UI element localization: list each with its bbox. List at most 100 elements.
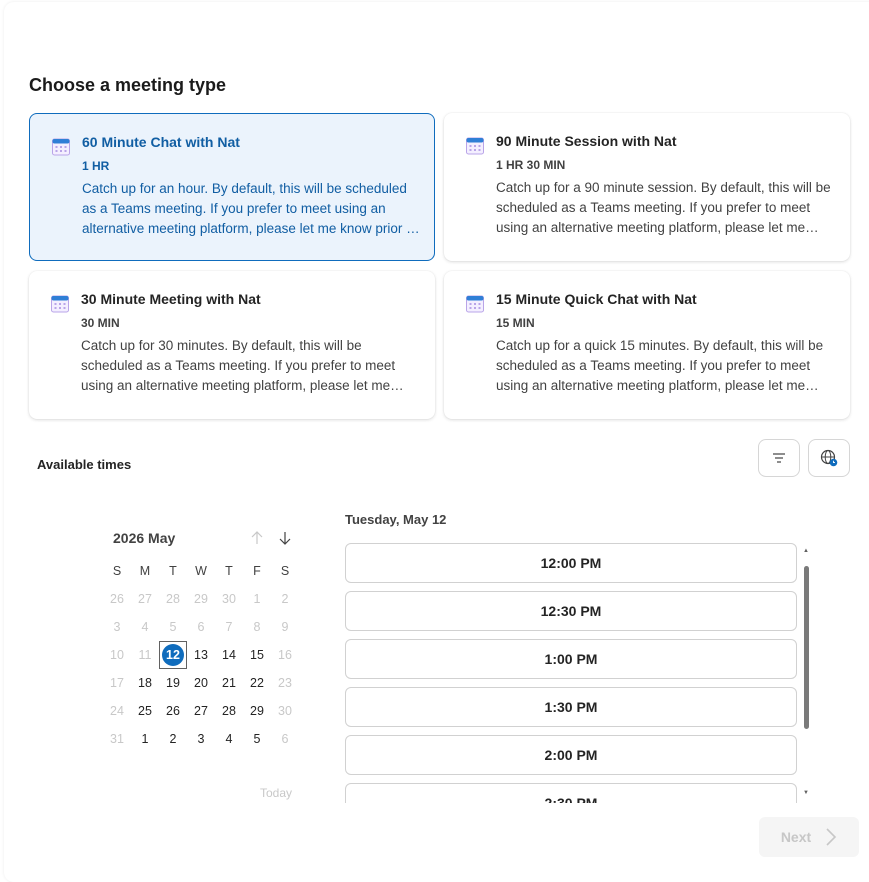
calendar-day: 6 — [187, 613, 215, 641]
weekday-header: T — [169, 564, 177, 578]
calendar-day-number: 4 — [141, 620, 149, 634]
calendar-day: 31 — [103, 725, 131, 753]
calendar-day[interactable]: 29 — [243, 697, 271, 725]
weekday-header: W — [195, 564, 207, 578]
arrow-up-icon — [251, 531, 263, 544]
calendar-day: 27 — [131, 585, 159, 613]
time-slot-button[interactable]: 2:30 PM — [345, 783, 797, 803]
selected-date-heading: Tuesday, May 12 — [345, 512, 447, 527]
calendar-day[interactable]: 25 — [131, 697, 159, 725]
calendar-day-number: 29 — [250, 704, 264, 718]
calendar-day-number: 28 — [222, 704, 236, 718]
calendar-day-number: 31 — [110, 732, 124, 746]
time-slot-list: 12:00 PM 12:30 PM 1:00 PM 1:30 PM 2:00 PM 2:3… — [345, 543, 797, 803]
calendar-day-number: 27 — [194, 704, 208, 718]
next-button[interactable]: Next — [759, 817, 859, 857]
calendar-day-number: 6 — [281, 732, 289, 746]
weekday-header: M — [139, 564, 151, 578]
meeting-type-name: 15 Minute Quick Chat with Nat — [496, 291, 697, 307]
calendar-day[interactable]: 22 — [243, 669, 271, 697]
time-slot-button[interactable]: 12:00 PM — [345, 543, 797, 583]
calendar-day: 16 — [271, 641, 299, 669]
calendar-day-number: 26 — [110, 592, 124, 606]
scroll-down-icon[interactable]: ▼ — [803, 790, 809, 796]
meeting-type-duration: 15 MIN — [496, 316, 535, 330]
next-button-label: Next — [780, 829, 812, 845]
calendar-day-number: 19 — [166, 676, 180, 690]
calendar-day-number: 11 — [138, 648, 152, 662]
meeting-type-card[interactable]: 15 Minute Quick Chat with Nat 15 MIN Catch… — [444, 271, 850, 419]
weekday-header: T — [225, 564, 233, 578]
globe-clock-icon — [820, 449, 838, 467]
scrollbar-thumb[interactable] — [804, 566, 809, 729]
meeting-type-card[interactable]: 60 Minute Chat with Nat 1 HR Catch up for … — [29, 113, 435, 261]
calendar-day-number: 15 — [250, 648, 264, 662]
calendar-day: 4 — [131, 613, 159, 641]
calendar-day[interactable]: 4 — [215, 725, 243, 753]
time-slot-scrollbar[interactable]: ▲ ▼ — [803, 548, 809, 798]
meeting-type-card[interactable]: 90 Minute Session with Nat 1 HR 30 MIN Cat… — [444, 113, 850, 261]
calendar-day: 26 — [103, 585, 131, 613]
calendar-day: 24 — [103, 697, 131, 725]
next-month-button[interactable] — [277, 529, 293, 547]
timezone-button[interactable] — [808, 439, 850, 477]
time-slot-button[interactable]: 1:00 PM — [345, 639, 797, 679]
calendar-day[interactable]: 5 — [243, 725, 271, 753]
calendar-day-number: 3 — [113, 620, 121, 634]
calendar-icon — [51, 295, 69, 313]
filter-button[interactable] — [758, 439, 800, 477]
calendar-day-number: 22 — [250, 676, 264, 690]
meeting-type-name: 60 Minute Chat with Nat — [82, 134, 240, 150]
calendar-day: 7 — [215, 613, 243, 641]
meeting-type-description: Catch up for an hour. By default, this w… — [82, 181, 418, 236]
calendar-day-number: 2 — [281, 592, 289, 606]
filter-icon — [773, 453, 785, 463]
calendar-day[interactable]: 26 — [159, 697, 187, 725]
calendar-day: 28 — [159, 585, 187, 613]
calendar-day: 2 — [271, 585, 299, 613]
calendar-day-number: 16 — [278, 648, 292, 662]
calendar-day-selected[interactable]: 12 — [159, 641, 187, 669]
available-times-label: Available times — [37, 457, 132, 472]
time-slot-button[interactable]: 12:30 PM — [345, 591, 797, 631]
calendar-icon — [52, 138, 70, 156]
calendar-day: 6 — [271, 725, 299, 753]
calendar-day-number: 4 — [225, 732, 233, 746]
calendar-day-number: 5 — [169, 620, 177, 634]
meeting-type-duration: 1 HR 30 MIN — [496, 158, 566, 172]
calendar-day[interactable]: 19 — [159, 669, 187, 697]
meeting-type-description: Catch up for a quick 15 minutes. By defa… — [496, 338, 824, 393]
calendar-day-number: 26 — [166, 704, 180, 718]
calendar-day[interactable]: 13 — [187, 641, 215, 669]
time-slot-button[interactable]: 2:00 PM — [345, 735, 797, 775]
calendar-day-number: 30 — [222, 592, 236, 606]
scroll-up-icon[interactable]: ▲ — [803, 548, 809, 554]
arrow-down-icon — [279, 532, 291, 545]
calendar-day-number: 25 — [138, 704, 152, 718]
calendar-day[interactable]: 3 — [187, 725, 215, 753]
weekday-header: S — [112, 564, 122, 578]
calendar-day-number: 20 — [194, 676, 208, 690]
today-button[interactable]: Today — [260, 786, 292, 800]
calendar-day[interactable]: 21 — [215, 669, 243, 697]
calendar-icon — [466, 295, 484, 313]
page-title: Choose a meeting type — [29, 75, 227, 95]
calendar-day[interactable]: 1 — [131, 725, 159, 753]
calendar-day[interactable]: 14 — [215, 641, 243, 669]
calendar-day-number: 28 — [166, 592, 180, 606]
meeting-type-description: Catch up for a 90 minute session. By def… — [496, 180, 831, 235]
meeting-type-card[interactable]: 30 Minute Meeting with Nat 30 MIN Catch up… — [29, 271, 435, 419]
calendar-day[interactable]: 20 — [187, 669, 215, 697]
time-slot-button[interactable]: 1:30 PM — [345, 687, 797, 727]
previous-month-button[interactable] — [249, 529, 265, 547]
calendar-day[interactable]: 27 — [187, 697, 215, 725]
calendar-day[interactable]: 18 — [131, 669, 159, 697]
calendar-day[interactable]: 2 — [159, 725, 187, 753]
calendar-day-number: 18 — [138, 676, 152, 690]
meeting-type-duration: 1 HR — [82, 159, 110, 173]
chevron-right-icon — [826, 828, 837, 846]
calendar-day[interactable]: 28 — [215, 697, 243, 725]
calendar-day[interactable]: 15 — [243, 641, 271, 669]
meeting-type-name: 30 Minute Meeting with Nat — [81, 291, 261, 307]
calendar-day-number: 14 — [222, 648, 236, 662]
